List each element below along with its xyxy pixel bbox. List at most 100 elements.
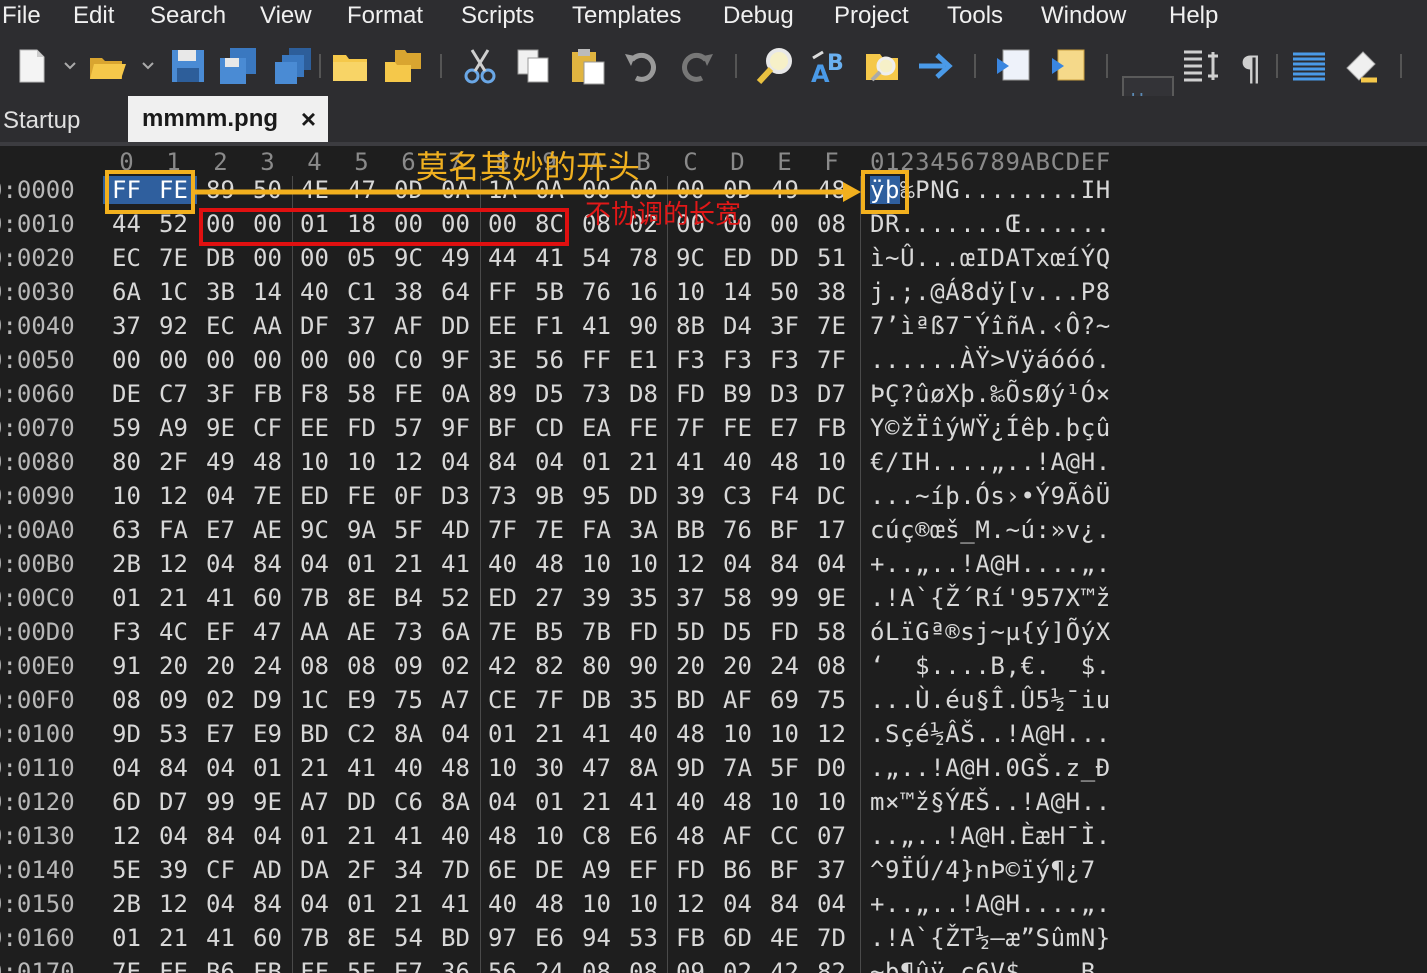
hex-byte[interactable]: DD: [761, 244, 808, 272]
hex-byte[interactable]: 47: [573, 754, 620, 782]
hex-byte[interactable]: 20: [667, 652, 714, 680]
hex-byte[interactable]: EA: [573, 414, 620, 442]
menu-debug[interactable]: Debug: [723, 0, 794, 32]
hex-byte[interactable]: 04: [714, 550, 761, 578]
hex-byte[interactable]: FA: [150, 516, 197, 544]
hex-byte[interactable]: 95: [573, 482, 620, 510]
hex-byte[interactable]: EF: [197, 618, 244, 646]
hex-byte[interactable]: BD: [432, 924, 479, 952]
hex-byte[interactable]: 94: [573, 924, 620, 952]
ascii-text[interactable]: .!A`{Ž´Rí'957X™ž: [870, 584, 1111, 612]
hex-view[interactable]: 0123456789ABCDEF 0123456789ABCDEF 0:0000…: [0, 146, 1427, 973]
hex-byte[interactable]: 12: [385, 448, 432, 476]
hex-byte[interactable]: 7D: [808, 924, 855, 952]
columns-icon[interactable]: [1182, 46, 1222, 86]
hex-byte[interactable]: 7B: [291, 584, 338, 612]
hex-byte[interactable]: FE: [714, 414, 761, 442]
hex-byte[interactable]: 04: [197, 754, 244, 782]
hex-byte[interactable]: 10: [714, 720, 761, 748]
ascii-text[interactable]: .Sçé½ÂŠ..!A@H...: [870, 720, 1111, 748]
hex-byte[interactable]: A9: [150, 414, 197, 442]
hex-byte[interactable]: DB: [573, 686, 620, 714]
hex-byte[interactable]: EC: [103, 244, 150, 272]
hex-byte[interactable]: 12: [667, 550, 714, 578]
hex-byte[interactable]: 6D: [714, 924, 761, 952]
hex-byte[interactable]: D5: [714, 618, 761, 646]
tab-mmmm-png[interactable]: mmmm.png ×: [128, 96, 328, 142]
hex-byte[interactable]: 44: [479, 244, 526, 272]
hex-byte[interactable]: 7F: [526, 686, 573, 714]
hex-byte[interactable]: E7: [385, 958, 432, 973]
hex-byte[interactable]: 04: [808, 550, 855, 578]
hex-byte[interactable]: D5: [526, 380, 573, 408]
hex-byte[interactable]: 6A: [432, 618, 479, 646]
hex-byte[interactable]: A7: [291, 788, 338, 816]
hex-byte[interactable]: 21: [526, 720, 573, 748]
hex-byte[interactable]: 76: [714, 516, 761, 544]
hex-byte[interactable]: D4: [714, 312, 761, 340]
hex-byte[interactable]: 6A: [103, 278, 150, 306]
folder-icon[interactable]: [330, 46, 370, 86]
hex-byte[interactable]: EE: [479, 312, 526, 340]
hex-byte[interactable]: FB: [808, 414, 855, 442]
hex-byte[interactable]: 2B: [103, 550, 150, 578]
hex-byte[interactable]: 41: [573, 312, 620, 340]
hex-byte[interactable]: 60: [244, 924, 291, 952]
hex-byte[interactable]: 40: [385, 754, 432, 782]
hex-byte[interactable]: 9B: [526, 482, 573, 510]
menu-templates[interactable]: Templates: [572, 0, 681, 32]
hex-byte[interactable]: 8B: [667, 312, 714, 340]
ascii-text[interactable]: ‘ $....B‚€. $.: [870, 652, 1111, 680]
hex-byte[interactable]: E9: [244, 720, 291, 748]
hex-byte[interactable]: 04: [197, 482, 244, 510]
hex-byte[interactable]: 3F: [197, 380, 244, 408]
hex-byte[interactable]: F3: [761, 346, 808, 374]
hex-byte[interactable]: 64: [432, 278, 479, 306]
hex-byte[interactable]: D3: [761, 380, 808, 408]
hex-byte[interactable]: 00: [150, 346, 197, 374]
hex-byte[interactable]: 00: [244, 346, 291, 374]
hex-byte[interactable]: 10: [573, 890, 620, 918]
hex-byte[interactable]: 7F: [667, 414, 714, 442]
hex-byte[interactable]: DF: [291, 312, 338, 340]
hex-byte[interactable]: FD: [761, 618, 808, 646]
replace-icon[interactable]: AB: [809, 46, 849, 86]
hex-byte[interactable]: 39: [150, 856, 197, 884]
hex-byte[interactable]: BF: [479, 414, 526, 442]
hex-byte[interactable]: 9D: [667, 754, 714, 782]
hex-byte[interactable]: 12: [667, 890, 714, 918]
hex-byte[interactable]: 10: [103, 482, 150, 510]
hex-byte[interactable]: D7: [808, 380, 855, 408]
hex-byte[interactable]: 01: [526, 788, 573, 816]
hex-byte[interactable]: 35: [620, 584, 667, 612]
hex-byte[interactable]: 51: [808, 244, 855, 272]
hex-byte[interactable]: 50: [761, 278, 808, 306]
hex-byte[interactable]: E1: [620, 346, 667, 374]
hex-byte[interactable]: C2: [338, 720, 385, 748]
hex-byte[interactable]: 9C: [667, 244, 714, 272]
hex-byte[interactable]: 8A: [385, 720, 432, 748]
hex-byte[interactable]: 48: [667, 720, 714, 748]
hex-byte[interactable]: FF: [479, 278, 526, 306]
hex-byte[interactable]: 00: [197, 346, 244, 374]
hex-byte[interactable]: FB: [244, 380, 291, 408]
ascii-text[interactable]: m×™ž§ÝÆŠ..!A@H..: [870, 788, 1111, 816]
new-file-icon[interactable]: [12, 46, 52, 86]
hex-byte[interactable]: EE: [291, 414, 338, 442]
ascii-text[interactable]: ...~íþ.Ós›•Ý9ÃôÜ: [870, 482, 1111, 510]
hex-byte[interactable]: 40: [479, 550, 526, 578]
hex-byte[interactable]: 12: [150, 482, 197, 510]
hex-byte[interactable]: 21: [150, 924, 197, 952]
hex-byte[interactable]: FD: [620, 618, 667, 646]
hex-byte[interactable]: 53: [620, 924, 667, 952]
hex-byte[interactable]: 09: [667, 958, 714, 973]
hex-byte[interactable]: 12: [808, 720, 855, 748]
hex-byte[interactable]: 9A: [338, 516, 385, 544]
paste-icon[interactable]: [568, 46, 608, 86]
ascii-text[interactable]: ..„..!A@H.ÈæH¯Ì.: [870, 822, 1111, 850]
hex-byte[interactable]: 04: [150, 822, 197, 850]
close-icon[interactable]: ×: [301, 96, 316, 142]
hex-byte[interactable]: AF: [385, 312, 432, 340]
hex-byte[interactable]: EF: [620, 856, 667, 884]
hex-byte[interactable]: 27: [526, 584, 573, 612]
